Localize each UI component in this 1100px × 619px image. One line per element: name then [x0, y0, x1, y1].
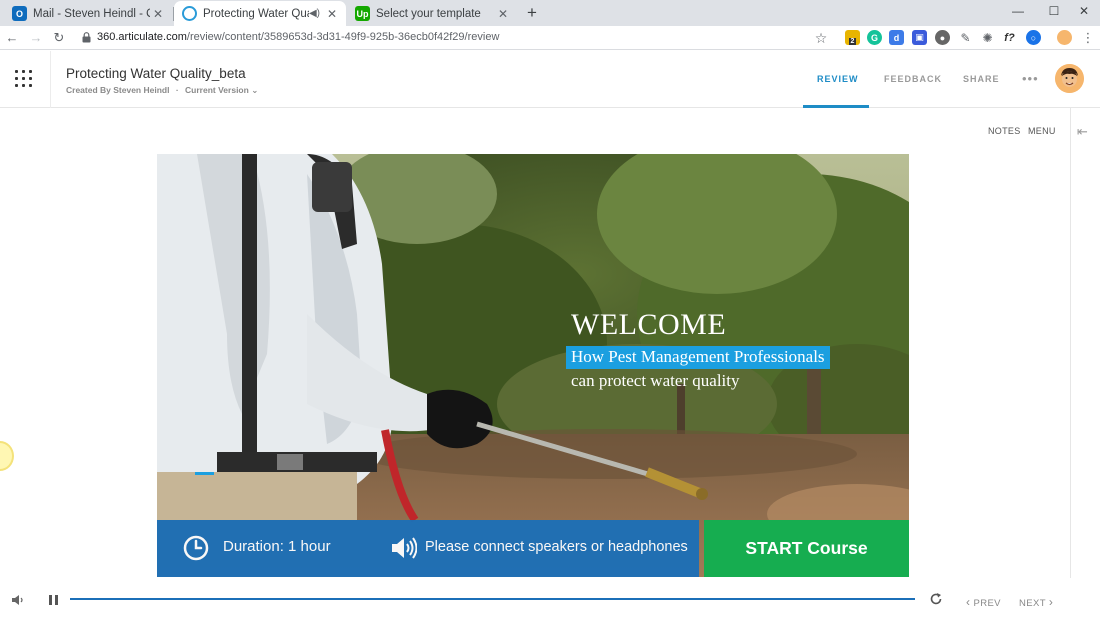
- extension-icon[interactable]: 2: [845, 30, 860, 45]
- user-avatar[interactable]: [1055, 64, 1084, 93]
- tab-title: Select your template: [376, 7, 481, 20]
- browser-tab-strip: O Mail - Steven Heindl - Outlook ✕ Prote…: [0, 0, 1100, 26]
- replay-icon[interactable]: [929, 592, 943, 606]
- extension-blue-icon[interactable]: ▣: [912, 30, 927, 45]
- url-host: 360.articulate.com: [97, 31, 187, 43]
- menu-button[interactable]: MENU: [1028, 126, 1056, 136]
- tab-articulate[interactable]: Protecting Water Quality_bet ◀) ✕: [174, 1, 346, 26]
- side-panel: [1070, 108, 1100, 578]
- course-slide: WELCOME How Pest Management Professional…: [157, 154, 909, 577]
- close-tab-icon[interactable]: ✕: [495, 7, 511, 21]
- seekbar[interactable]: [70, 598, 915, 600]
- more-options-icon[interactable]: •••: [1022, 71, 1039, 86]
- speaker-icon[interactable]: ◀): [309, 8, 320, 19]
- volume-icon[interactable]: [11, 594, 25, 606]
- tab-outlook[interactable]: O Mail - Steven Heindl - Outlook ✕: [4, 1, 172, 26]
- extension-badge: 2: [848, 38, 857, 45]
- accent-marker: [195, 472, 214, 475]
- extension-circle-icon[interactable]: ●: [935, 30, 950, 45]
- tab-share[interactable]: SHARE: [963, 74, 1000, 84]
- created-by: Created By Steven Heindl: [66, 85, 170, 95]
- duration-label: Duration: 1 hour: [223, 538, 331, 555]
- profile-avatar-icon[interactable]: [1057, 30, 1072, 45]
- prev-button[interactable]: ‹ PREV: [966, 595, 1001, 609]
- tab-feedback[interactable]: FEEDBACK: [884, 74, 942, 84]
- bookmark-star-icon[interactable]: ☆: [811, 28, 831, 48]
- formula-icon[interactable]: f?: [1002, 30, 1017, 45]
- speakers-notice: Please connect speakers or headphones: [425, 539, 688, 555]
- prev-label: PREV: [973, 598, 1001, 609]
- app-grid-icon[interactable]: [0, 51, 51, 108]
- start-course-button[interactable]: START Course: [704, 520, 909, 577]
- avatar-face-icon: [1055, 64, 1084, 93]
- course-meta: Created By Steven Heindl · Current Versi…: [66, 85, 258, 96]
- reload-icon[interactable]: ↻: [49, 28, 69, 48]
- app-header: Protecting Water Quality_beta Created By…: [0, 51, 1100, 108]
- close-tab-icon[interactable]: ✕: [150, 7, 166, 21]
- version-dropdown[interactable]: Current Version ⌄: [185, 85, 258, 95]
- kebab-menu-icon[interactable]: ⋮: [1078, 28, 1098, 48]
- upwork-icon: Up: [355, 6, 370, 21]
- extension-ring-icon[interactable]: ○: [1026, 30, 1041, 45]
- next-button[interactable]: NEXT ›: [1019, 595, 1053, 609]
- collapse-panel-icon[interactable]: ⇤: [1077, 124, 1088, 140]
- notes-button[interactable]: NOTES: [988, 126, 1021, 136]
- forward-arrow-icon[interactable]: →: [26, 28, 46, 48]
- chevron-down-icon: ⌄: [251, 85, 259, 95]
- tab-title: Mail - Steven Heindl - Outlook: [33, 7, 150, 20]
- address-bar[interactable]: 360.articulate.com/review/content/358965…: [97, 31, 499, 43]
- course-title: Protecting Water Quality_beta: [66, 66, 246, 81]
- window-close-icon[interactable]: ✕: [1068, 0, 1100, 24]
- slide-heading: WELCOME: [571, 308, 727, 341]
- close-tab-icon[interactable]: ✕: [324, 7, 340, 21]
- version-label: Current Version: [185, 85, 249, 95]
- back-arrow-icon[interactable]: ←: [2, 28, 22, 48]
- tab-review[interactable]: REVIEW: [817, 74, 859, 84]
- pause-icon[interactable]: [49, 595, 58, 605]
- articulate-icon: [182, 6, 197, 21]
- minimize-icon[interactable]: —: [1000, 0, 1036, 24]
- chevron-left-icon: ‹: [966, 595, 971, 609]
- grammarly-icon[interactable]: G: [867, 30, 882, 45]
- chevron-right-icon: ›: [1048, 595, 1054, 609]
- extension-network-icon[interactable]: ✺: [980, 30, 995, 45]
- eyedropper-icon[interactable]: ✎: [958, 30, 973, 45]
- info-bar: Duration: 1 hour Please connect speakers…: [157, 520, 699, 577]
- next-label: NEXT: [1019, 598, 1046, 609]
- browser-toolbar: ← → ↻ 360.articulate.com/review/content/…: [0, 26, 1100, 50]
- maximize-icon[interactable]: ☐: [1036, 0, 1072, 24]
- speaker-icon: [392, 537, 417, 559]
- new-tab-button[interactable]: +: [521, 3, 543, 23]
- extension-d-icon[interactable]: d: [889, 30, 904, 45]
- url-path: /review/content/3589653d-3d31-49f9-925b-…: [186, 31, 500, 43]
- slide-subheading: can protect water quality: [571, 371, 740, 390]
- cursor-highlight: [0, 441, 14, 471]
- lock-icon: [82, 32, 91, 43]
- meta-separator: ·: [175, 85, 179, 95]
- clock-icon: [183, 535, 209, 561]
- active-tab-indicator: [803, 105, 869, 108]
- tab-title: Protecting Water Quality_bet: [203, 7, 309, 20]
- slide-subheading-highlight: How Pest Management Professionals: [566, 346, 830, 369]
- outlook-icon: O: [12, 6, 27, 21]
- tab-template[interactable]: Up Select your template ✕: [347, 1, 517, 26]
